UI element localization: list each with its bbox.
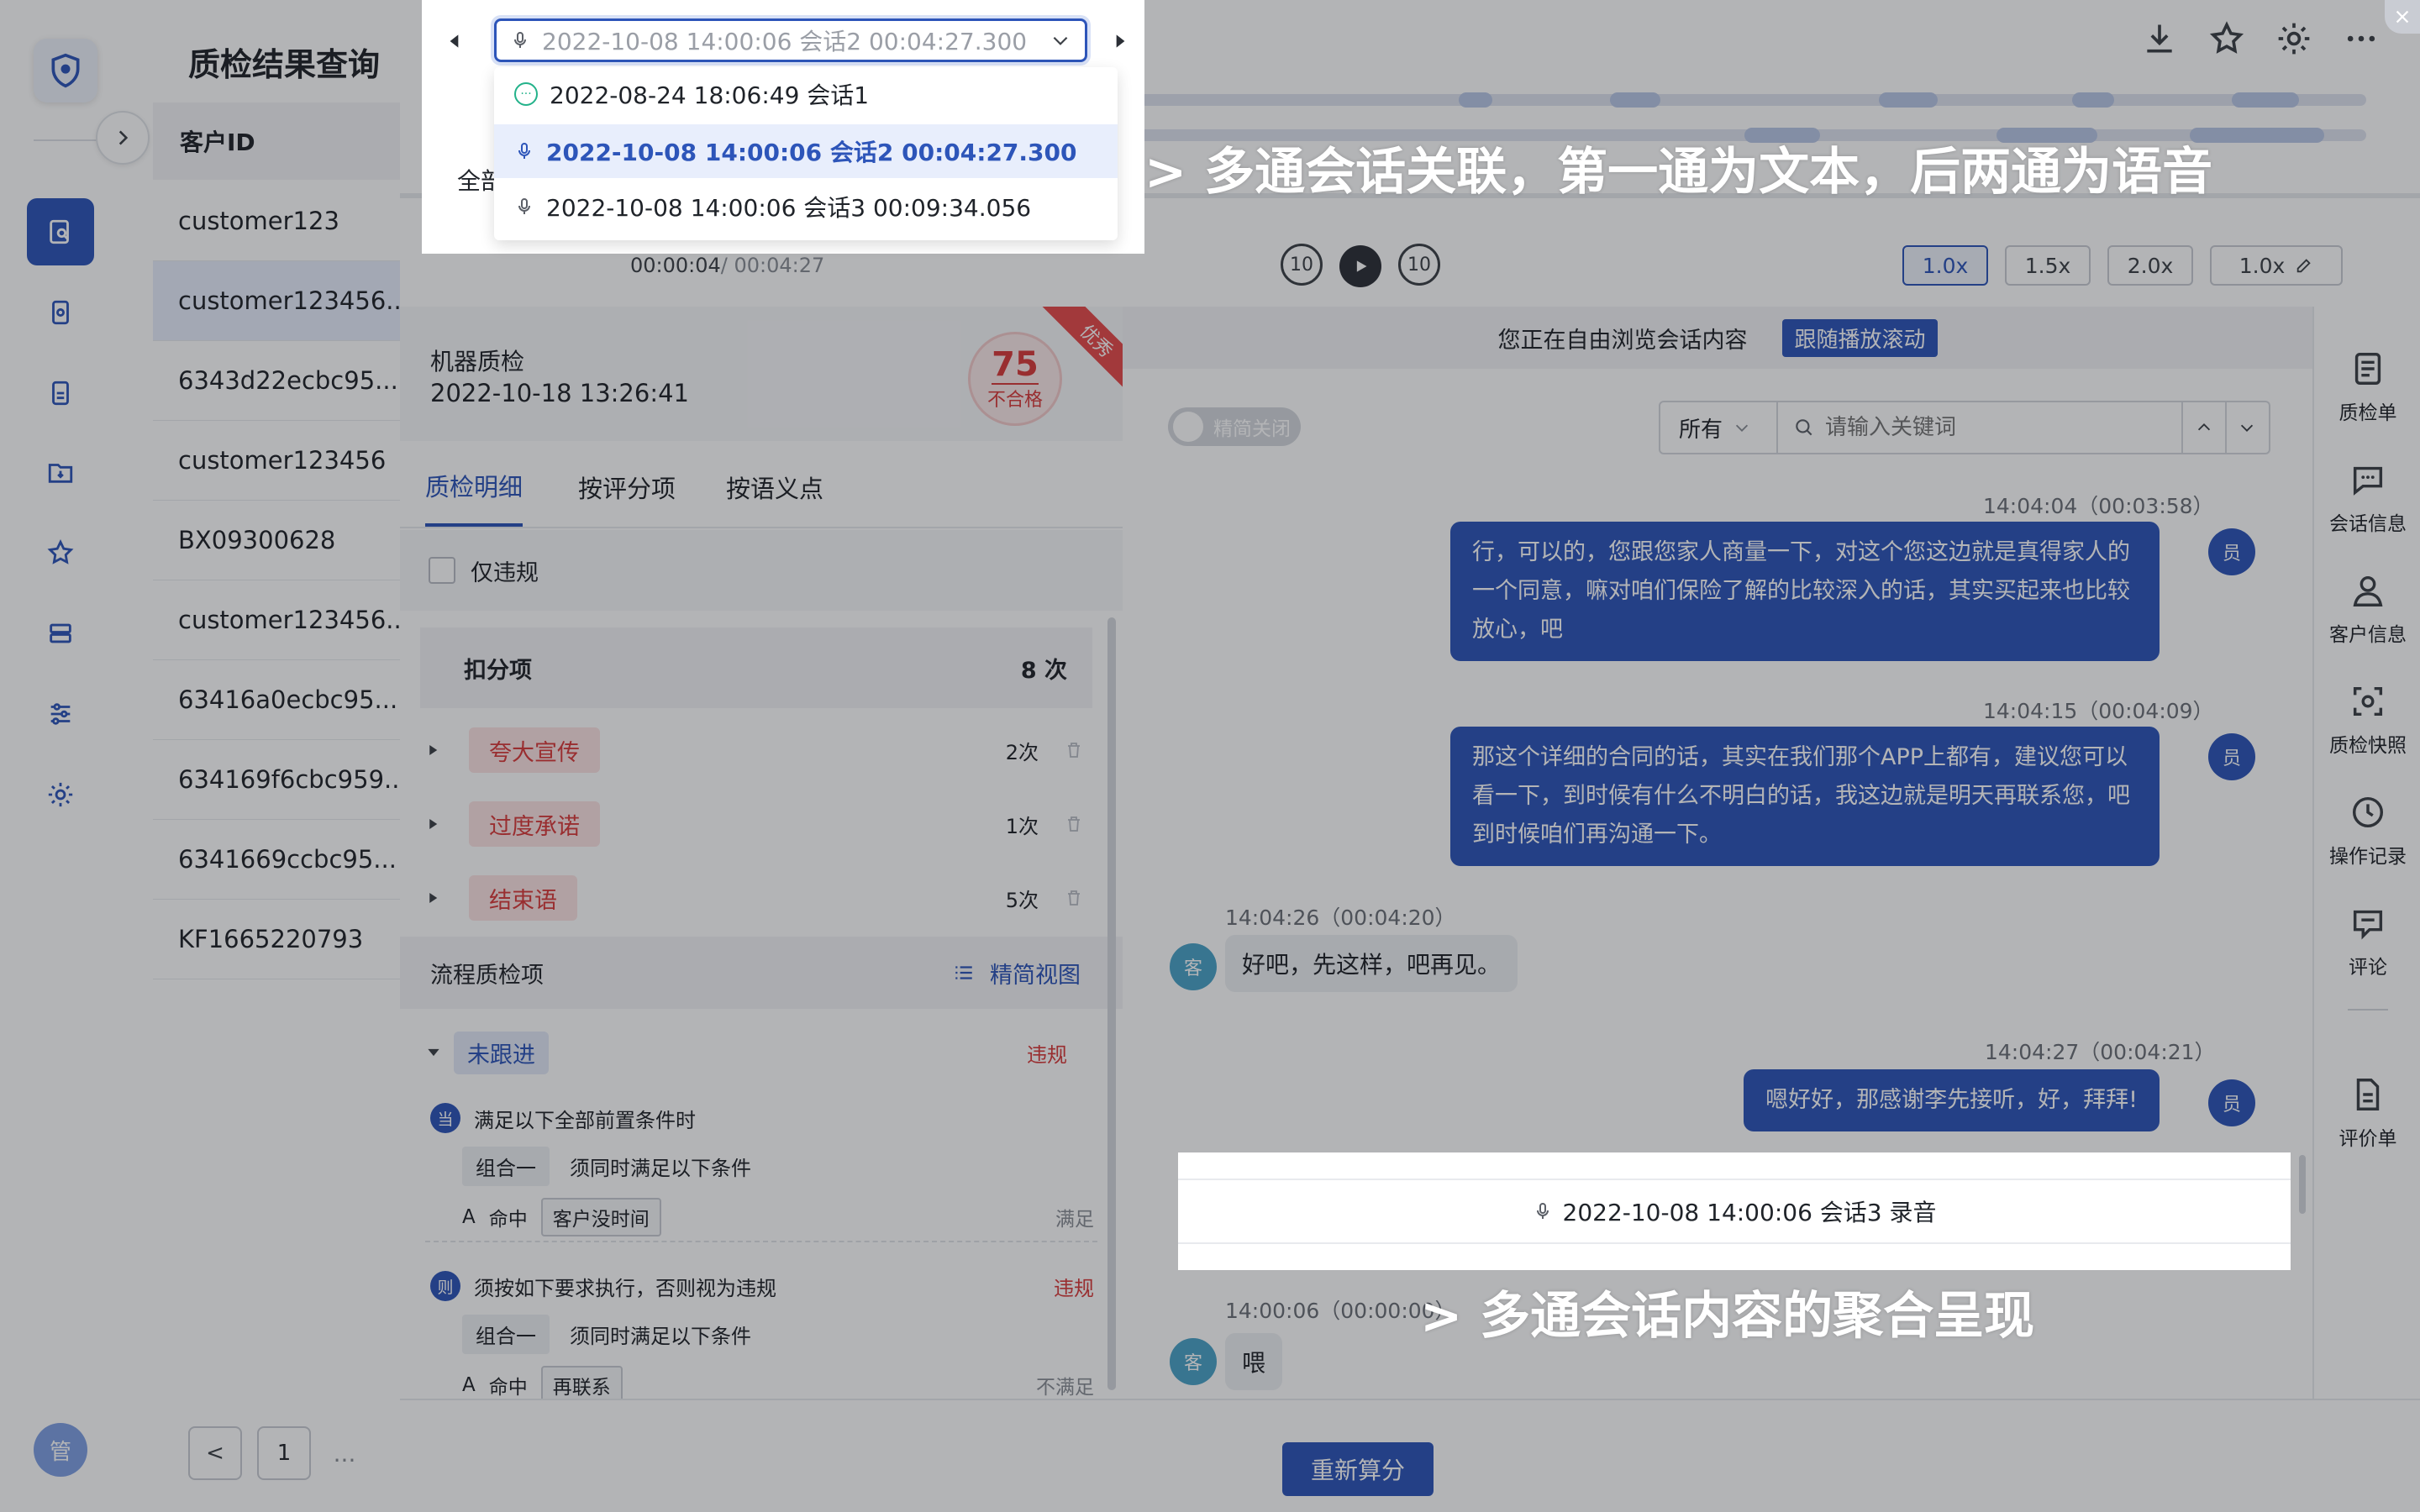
session-option-2[interactable]: 2022-10-08 14:00:06 会话2 00:04:27.300 xyxy=(494,124,1118,178)
dim-overlay xyxy=(0,0,2420,1512)
mic-icon xyxy=(514,32,526,48)
partial-filter-label: 全部 xyxy=(457,167,499,195)
chevron-down-icon xyxy=(1053,36,1068,45)
caret-right-icon[interactable] xyxy=(1109,30,1131,52)
text-session-icon: ··· xyxy=(514,82,538,106)
session-option-1[interactable]: ··· 2022-08-24 18:06:49 会话1 xyxy=(494,67,1118,121)
mic-icon xyxy=(1536,1203,1549,1219)
annotation-top: > 多通会话关联，第一通为文本，后两通为语音 xyxy=(1144,143,2213,202)
session-select[interactable]: 2022-10-08 14:00:06 会话2 00:04:27.300 xyxy=(494,18,1087,62)
session-option-3-label: 2022-10-08 14:00:06 会话3 00:09:34.056 xyxy=(546,194,1032,222)
session3-header: 2022-10-08 14:00:06 会话3 录音 xyxy=(1178,1152,2291,1270)
session-option-3[interactable]: 2022-10-08 14:00:06 会话3 00:09:34.056 xyxy=(494,180,1118,234)
session-option-1-label: 2022-08-24 18:06:49 会话1 xyxy=(550,81,870,109)
session-option-2-label: 2022-10-08 14:00:06 会话2 00:04:27.300 xyxy=(546,139,1077,166)
annotation-bottom: > 多通会话内容的聚合呈现 xyxy=(1420,1287,2035,1346)
session-options: ··· 2022-08-24 18:06:49 会话1 2022-10-08 1… xyxy=(494,67,1118,240)
session3-header-label: 2022-10-08 14:00:06 会话3 录音 xyxy=(1562,1199,1937,1226)
session-select-panel: 2022-10-08 14:00:06 会话2 00:04:27.300 全部 … xyxy=(422,0,1144,254)
session-select-value: 2022-10-08 14:00:06 会话2 00:04:27.300 xyxy=(542,28,1028,55)
mic-icon xyxy=(518,143,530,159)
close-icon xyxy=(2396,10,2409,24)
mic-icon xyxy=(518,198,530,214)
caret-left-icon[interactable] xyxy=(444,30,466,52)
session3-header-inner: 2022-10-08 14:00:06 会话3 录音 xyxy=(1178,1179,2291,1244)
close-button[interactable] xyxy=(2385,0,2420,34)
